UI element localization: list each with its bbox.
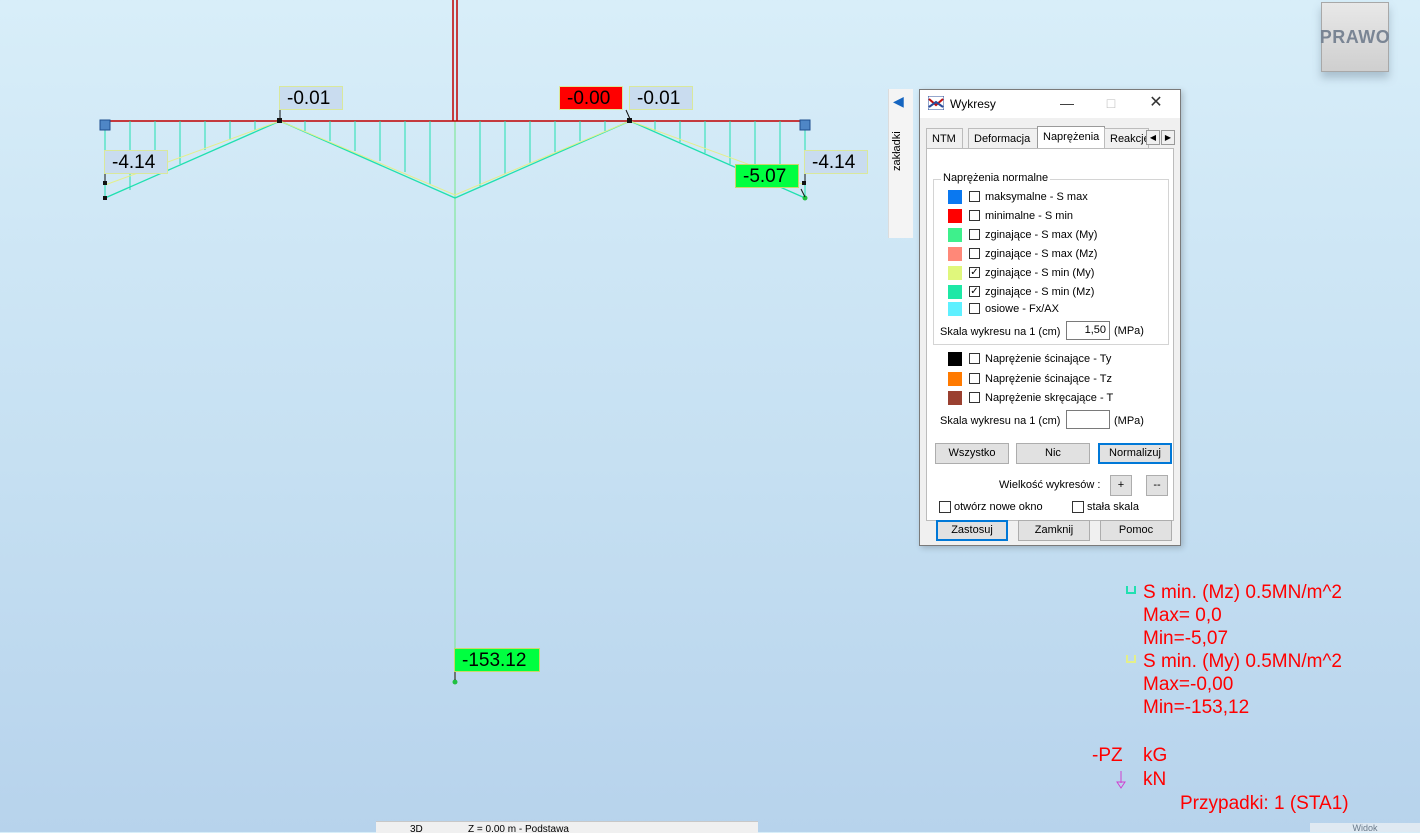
color-swatch [948, 391, 962, 405]
option-label: zginające - S max (My) [985, 229, 1098, 241]
checkbox[interactable] [969, 229, 980, 240]
my-marker-icon [1126, 655, 1136, 663]
value-label: -4.14 [104, 150, 168, 174]
close-icon[interactable]: ✕ [1146, 94, 1166, 112]
tab-scroll-left-icon[interactable]: ◀ [1146, 130, 1160, 145]
legend-pz: -PZ [1092, 745, 1123, 766]
option-label: Naprężenie ścinające - Tz [985, 373, 1112, 385]
color-swatch [948, 190, 962, 204]
option-label: maksymalne - S max [985, 191, 1088, 203]
tab-ntm[interactable]: NTM [926, 128, 963, 148]
legend-load-cases: Przypadki: 1 (STA1) [1180, 793, 1349, 814]
stresses-panel: Naprężenia normalne maksymalne - S max m… [926, 148, 1174, 521]
checkbox[interactable] [969, 373, 980, 384]
dialog-title: Wykresy [950, 97, 996, 111]
legend-unit-kn: kN [1143, 769, 1167, 790]
scale-label: Skala wykresu na 1 (cm) [940, 415, 1061, 427]
close-button[interactable]: Zamknij [1018, 520, 1090, 541]
legend-my-title: S min. (My) 0.5MN/m^2 [1143, 651, 1342, 672]
node-point [452, 679, 458, 685]
color-swatch [948, 266, 962, 280]
color-swatch [948, 228, 962, 242]
checkbox[interactable]: ✓ [969, 286, 980, 297]
color-swatch [948, 302, 962, 316]
view-orientation-button[interactable]: PRAWO [1320, 2, 1390, 72]
normal-stress-group [933, 179, 1169, 345]
maximize-icon[interactable]: □ [1101, 94, 1121, 112]
value-label: -4.14 [804, 150, 868, 174]
dialog-titlebar[interactable]: Wykresy — □ ✕ [920, 90, 1180, 118]
legend-mz-min: Min=-5,07 [1143, 628, 1229, 649]
arrow-left-icon[interactable]: ◀ [893, 93, 904, 110]
fixed-scale-label: stała skala [1087, 501, 1139, 513]
size-decrease-button[interactable]: -- [1146, 475, 1168, 496]
legend-my-min: Min=-153,12 [1143, 697, 1250, 718]
fixed-scale-checkbox[interactable] [1072, 501, 1084, 513]
size-increase-button[interactable]: + [1110, 475, 1132, 496]
checkbox[interactable] [969, 353, 980, 364]
color-swatch [948, 247, 962, 261]
charts-dialog: Wykresy — □ ✕ NTM Deformacja Naprężenia … [919, 89, 1181, 546]
value-label-zero: -0.00 [559, 86, 623, 110]
open-new-window-label: otwórz nowe okno [954, 501, 1043, 513]
tab-scroll-right-icon[interactable]: ▶ [1161, 130, 1175, 145]
apply-button[interactable]: Zastosuj [936, 520, 1008, 541]
tab-reactions[interactable]: Reakcje [1104, 128, 1149, 148]
color-swatch [948, 372, 962, 386]
shear-scale-input[interactable] [1066, 410, 1110, 429]
legend-mz-title: S min. (Mz) 0.5MN/m^2 [1143, 582, 1342, 603]
node-left [99, 119, 111, 131]
checkbox[interactable] [969, 191, 980, 202]
mz-marker-icon [1126, 586, 1136, 594]
normal-scale-input[interactable]: 1,50 [1066, 321, 1110, 340]
option-label: Naprężenie ścinające - Ty [985, 353, 1112, 365]
app-icon [928, 96, 944, 110]
color-swatch [948, 352, 962, 366]
checkbox[interactable] [969, 210, 980, 221]
tab-stresses[interactable]: Naprężenia [1037, 126, 1105, 148]
open-new-window-checkbox[interactable] [939, 501, 951, 513]
checkbox[interactable] [969, 392, 980, 403]
node-right [799, 119, 811, 131]
checkbox[interactable] [969, 303, 980, 314]
legend-unit-kg: kG [1143, 745, 1168, 766]
value-label-min: -153.12 [454, 648, 540, 672]
option-label: minimalne - S min [985, 210, 1074, 222]
group-title: Naprężenia normalne [941, 172, 1051, 184]
option-label: osiowe - Fx/AX [985, 303, 1059, 315]
node-point [103, 196, 107, 200]
scale-label: Skala wykresu na 1 (cm) [940, 326, 1061, 338]
checkbox[interactable] [969, 248, 980, 259]
option-label: zginające - S max (Mz) [985, 248, 1098, 260]
normalize-button[interactable]: Normalizuj [1098, 443, 1172, 464]
bookmarks-label: zakładki [891, 131, 903, 171]
tab-deformation[interactable]: Deformacja [968, 128, 1038, 148]
select-none-button[interactable]: Nic [1016, 443, 1090, 464]
legend-mz-max: Max= 0,0 [1143, 605, 1222, 626]
value-label-min: -5.07 [735, 164, 799, 188]
value-label: -0.01 [279, 86, 343, 110]
leader-line [625, 109, 631, 120]
color-swatch [948, 285, 962, 299]
color-swatch [948, 209, 962, 223]
checkbox[interactable]: ✓ [969, 267, 980, 278]
minimize-icon[interactable]: — [1057, 94, 1077, 112]
value-label: -0.01 [629, 86, 693, 110]
bookmarks-side-tab[interactable]: ◀ zakładki [888, 89, 913, 238]
select-all-button[interactable]: Wszystko [935, 443, 1009, 464]
legend-my-max: Max=-0,00 [1143, 674, 1234, 695]
view-status-bar[interactable]: 3D Z = 0.00 m - Podstawa [376, 821, 758, 833]
option-label: Naprężenie skręcające - T [985, 392, 1114, 404]
scale-unit: (MPa) [1114, 325, 1144, 337]
option-label: zginające - S min (My) [985, 267, 1095, 279]
chart-size-label: Wielkość wykresów : [999, 479, 1101, 491]
scale-unit: (MPa) [1114, 415, 1144, 427]
view-tab[interactable]: Widok [1310, 823, 1420, 832]
option-label: zginające - S min (Mz) [985, 286, 1095, 298]
help-button[interactable]: Pomoc [1100, 520, 1172, 541]
